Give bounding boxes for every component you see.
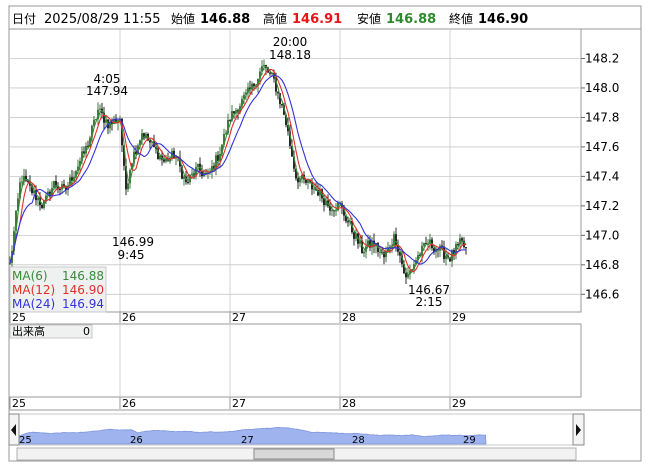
navigator[interactable]: 25 26 27 28 29 [8,413,585,461]
high-label: 高値 [263,11,287,26]
candle-body [313,188,315,190]
candle-body [59,189,61,191]
candle-body [405,273,407,278]
ma12-value: 146.90 [62,283,104,297]
date-label-volume: 25 [12,397,26,410]
candle-body [197,163,199,167]
date-label-volume: 28 [342,397,356,410]
y-tick-label: 147.6 [585,140,619,154]
y-tick-label: 147.0 [585,228,619,242]
date-label: 29 [452,311,466,324]
candle-body [127,183,129,190]
ma6-label: MA(6) [12,269,48,283]
annotation-price-146-99: 146.99 [112,235,154,249]
date-label-volume: 27 [232,397,246,410]
y-tick-label: 147.2 [585,199,619,213]
price-axis-labels: 146.6 146.8 147.0 147.2 147.4 147.6 147.8 148.0… [585,51,619,301]
candle-body [163,159,165,162]
annotation-time-9-45: 9:45 [118,248,145,262]
navigator-date-label: 28 [352,435,365,446]
annotation-price-147-94: 147.94 [86,84,128,98]
candle-body [423,243,425,246]
y-tick-label: 147.4 [585,169,619,183]
ma24-label: MA(24) [12,297,55,311]
open-value: 146.88 [200,12,250,27]
candle-body [41,204,43,208]
ma12-label: MA(12) [12,283,55,297]
annotation-time-2-15: 2:15 [416,295,443,309]
close-label: 終値 [449,11,473,26]
candle-body [385,251,387,258]
ohlc-header: 日付 2025/08/29 11:55 始値 146.88 高値 146.91 … [12,11,528,27]
date-label-volume: 29 [452,397,466,410]
navigator-date-label: 27 [241,435,254,446]
candle-body [395,234,397,245]
candle-body [363,251,365,254]
volume-panel [8,323,582,398]
candle-body [9,263,11,265]
y-tick-label: 147.8 [585,110,619,124]
low-label: 安値 [357,11,381,26]
low-value: 146.88 [386,12,436,27]
candle-body [331,210,333,212]
candle-body [263,64,265,67]
annotation-price-148-18: 148.18 [269,48,311,62]
candle-body [445,255,447,259]
date-label: 日付 [12,12,36,26]
ma6-value: 146.88 [62,269,104,283]
candle-body [347,221,349,223]
candle-body [191,173,193,175]
y-tick-label: 146.6 [585,287,619,301]
navigator-scrollbar-thumb[interactable] [253,448,335,460]
date-label: 28 [342,311,356,324]
y-tick-label: 146.8 [585,258,619,272]
date-label: 25 [12,311,26,324]
candle-body [443,246,445,259]
candle-body [379,251,381,253]
navigator-date-label: 29 [463,435,476,446]
candle-body [149,140,151,143]
candle-body [99,108,101,110]
datetime-value: 2025/08/29 11:55 [44,12,161,27]
navigator-date-label: 26 [130,435,143,446]
candle-body [269,72,271,74]
ma-legend: MA(6) 146.88 MA(12) 146.90 MA(24) 146.94 [9,266,107,313]
volume-label: 出来高 [12,324,45,338]
navigator-date-label: 25 [19,435,32,446]
volume-value: 0 [83,325,90,338]
candle-body [461,238,463,241]
y-tick-label: 148.2 [585,51,619,65]
y-tick-label: 148.0 [585,81,619,95]
date-label-volume: 26 [122,397,136,410]
candle-body [21,181,23,183]
ma24-value: 146.94 [62,297,104,311]
high-value: 146.91 [292,12,342,27]
close-value: 146.90 [478,12,528,27]
date-label: 26 [122,311,136,324]
candle-body [297,178,299,183]
chart-canvas: 日付 2025/08/29 11:55 始値 146.88 高値 146.91 … [8,5,642,462]
open-label: 始値 [171,11,195,26]
candle-body [187,182,189,184]
candle-body [465,247,467,249]
annotation-time-20-00: 20:00 [273,35,308,49]
date-label: 27 [232,311,246,324]
